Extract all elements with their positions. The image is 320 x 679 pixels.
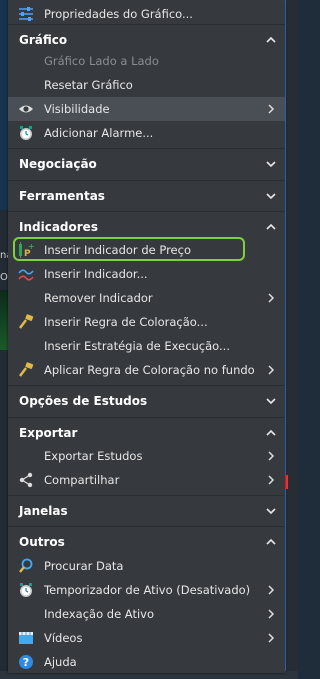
menu-item-label: Inserir Indicador... xyxy=(44,267,148,281)
menu-item-label: Indexação de Ativo xyxy=(44,607,155,621)
section-negociacao[interactable]: Negociação xyxy=(8,148,285,179)
menu-item-label: Vídeos xyxy=(44,631,83,645)
menu-item-label: Inserir Estratégia de Execução... xyxy=(44,339,230,353)
menu-item-search-date[interactable]: Procurar Data xyxy=(8,554,285,578)
chevron-up-icon xyxy=(266,223,276,230)
chevron-up-icon xyxy=(266,538,276,545)
menu-item-side-by-side: Gráfico Lado a Lado xyxy=(8,49,285,73)
help-icon: ? xyxy=(19,655,33,669)
eye-icon xyxy=(19,105,33,113)
chevron-right-icon xyxy=(268,293,275,303)
chevron-right-icon xyxy=(268,633,275,643)
menu-item-label: Adicionar Alarme... xyxy=(44,126,154,140)
chevron-up-icon xyxy=(266,429,276,436)
section-title: Ferramentas xyxy=(19,189,105,203)
background-chart-right xyxy=(283,0,298,679)
section-title: Indicadores xyxy=(19,220,98,234)
paint-brush-icon xyxy=(19,362,34,377)
sliders-icon xyxy=(19,7,33,21)
menu-item-label: Aplicar Regra de Coloração no fundo xyxy=(44,363,255,377)
share-icon xyxy=(19,472,33,488)
section-title: Exportar xyxy=(19,426,78,440)
highlight-outline xyxy=(13,237,245,261)
menu-item-reset-chart[interactable]: Resetar Gráfico xyxy=(8,73,285,97)
menu-item-add-alarm[interactable]: Adicionar Alarme... xyxy=(8,121,285,145)
chevron-down-icon xyxy=(266,193,276,200)
svg-text:?: ? xyxy=(23,656,29,669)
section-title: Gráfico xyxy=(19,33,68,47)
menu-item-insert-indicator[interactable]: Inserir Indicador... xyxy=(8,262,285,286)
paint-brush-icon xyxy=(19,314,34,329)
video-icon xyxy=(19,632,33,644)
search-date-icon xyxy=(19,558,33,573)
chevron-right-icon xyxy=(268,451,275,461)
menu-item-background-coloring-rule[interactable]: Aplicar Regra de Coloração no fundo xyxy=(8,358,285,382)
chevron-up-icon xyxy=(266,36,276,43)
chevron-down-icon xyxy=(266,161,276,168)
menu-item-share[interactable]: Compartilhar xyxy=(8,468,285,492)
menu-item-asset-timer[interactable]: Temporizador de Ativo (Desativado) xyxy=(8,578,285,602)
section-title: Negociação xyxy=(19,157,97,171)
section-title: Janelas xyxy=(19,504,68,518)
menu-item-insert-execution-strategy[interactable]: Inserir Estratégia de Execução... xyxy=(8,334,285,358)
indicator-wave-icon xyxy=(18,269,34,281)
section-title: Outros xyxy=(19,535,65,549)
menu-item-label: Inserir Regra de Coloração... xyxy=(44,315,208,329)
menu-item-visibility[interactable]: Visibilidade xyxy=(8,97,285,121)
menu-item-asset-indexing[interactable]: Indexação de Ativo xyxy=(8,602,285,626)
chevron-down-icon xyxy=(266,398,276,405)
chevron-right-icon xyxy=(268,104,275,114)
menu-item-label: Exportar Estudos xyxy=(44,449,143,463)
menu-item-label: Procurar Data xyxy=(44,559,124,573)
chevron-right-icon xyxy=(268,585,275,595)
chevron-right-icon xyxy=(268,609,275,619)
menu-item-label: Gráfico Lado a Lado xyxy=(44,54,159,68)
menu-item-label: Compartilhar xyxy=(44,473,120,487)
menu-item-label: Remover Indicador xyxy=(44,291,153,305)
section-janelas[interactable]: Janelas xyxy=(8,495,285,526)
alarm-clock-icon xyxy=(20,583,32,597)
menu-item-label: Resetar Gráfico xyxy=(44,78,133,92)
alarm-clock-icon xyxy=(20,126,32,140)
menu-item-insert-coloring-rule[interactable]: Inserir Regra de Coloração... xyxy=(8,310,285,334)
chevron-down-icon xyxy=(266,508,276,515)
menu-item-label: Temporizador de Ativo (Desativado) xyxy=(44,583,251,597)
menu-item-remove-indicator[interactable]: Remover Indicador xyxy=(8,286,285,310)
chevron-right-icon xyxy=(268,365,275,375)
section-outros[interactable]: Outros xyxy=(8,526,285,557)
menu-item-label: Ajuda xyxy=(44,655,77,669)
context-menu: Propriedades do Gráfico... Gráfico Gráfi… xyxy=(8,0,285,673)
menu-item-chart-properties[interactable]: Propriedades do Gráfico... xyxy=(8,2,285,26)
menu-item-help[interactable]: ? Ajuda xyxy=(8,650,285,673)
menu-item-videos[interactable]: Vídeos xyxy=(8,626,285,650)
chevron-right-icon xyxy=(268,475,275,485)
menu-item-export-studies[interactable]: Exportar Estudos xyxy=(8,444,285,468)
section-title: Opções de Estudos xyxy=(19,394,148,408)
menu-item-label: Propriedades do Gráfico... xyxy=(44,7,193,21)
section-opcoes-estudos[interactable]: Opções de Estudos xyxy=(8,385,285,416)
menu-item-label: Visibilidade xyxy=(44,102,110,116)
section-ferramentas[interactable]: Ferramentas xyxy=(8,180,285,211)
